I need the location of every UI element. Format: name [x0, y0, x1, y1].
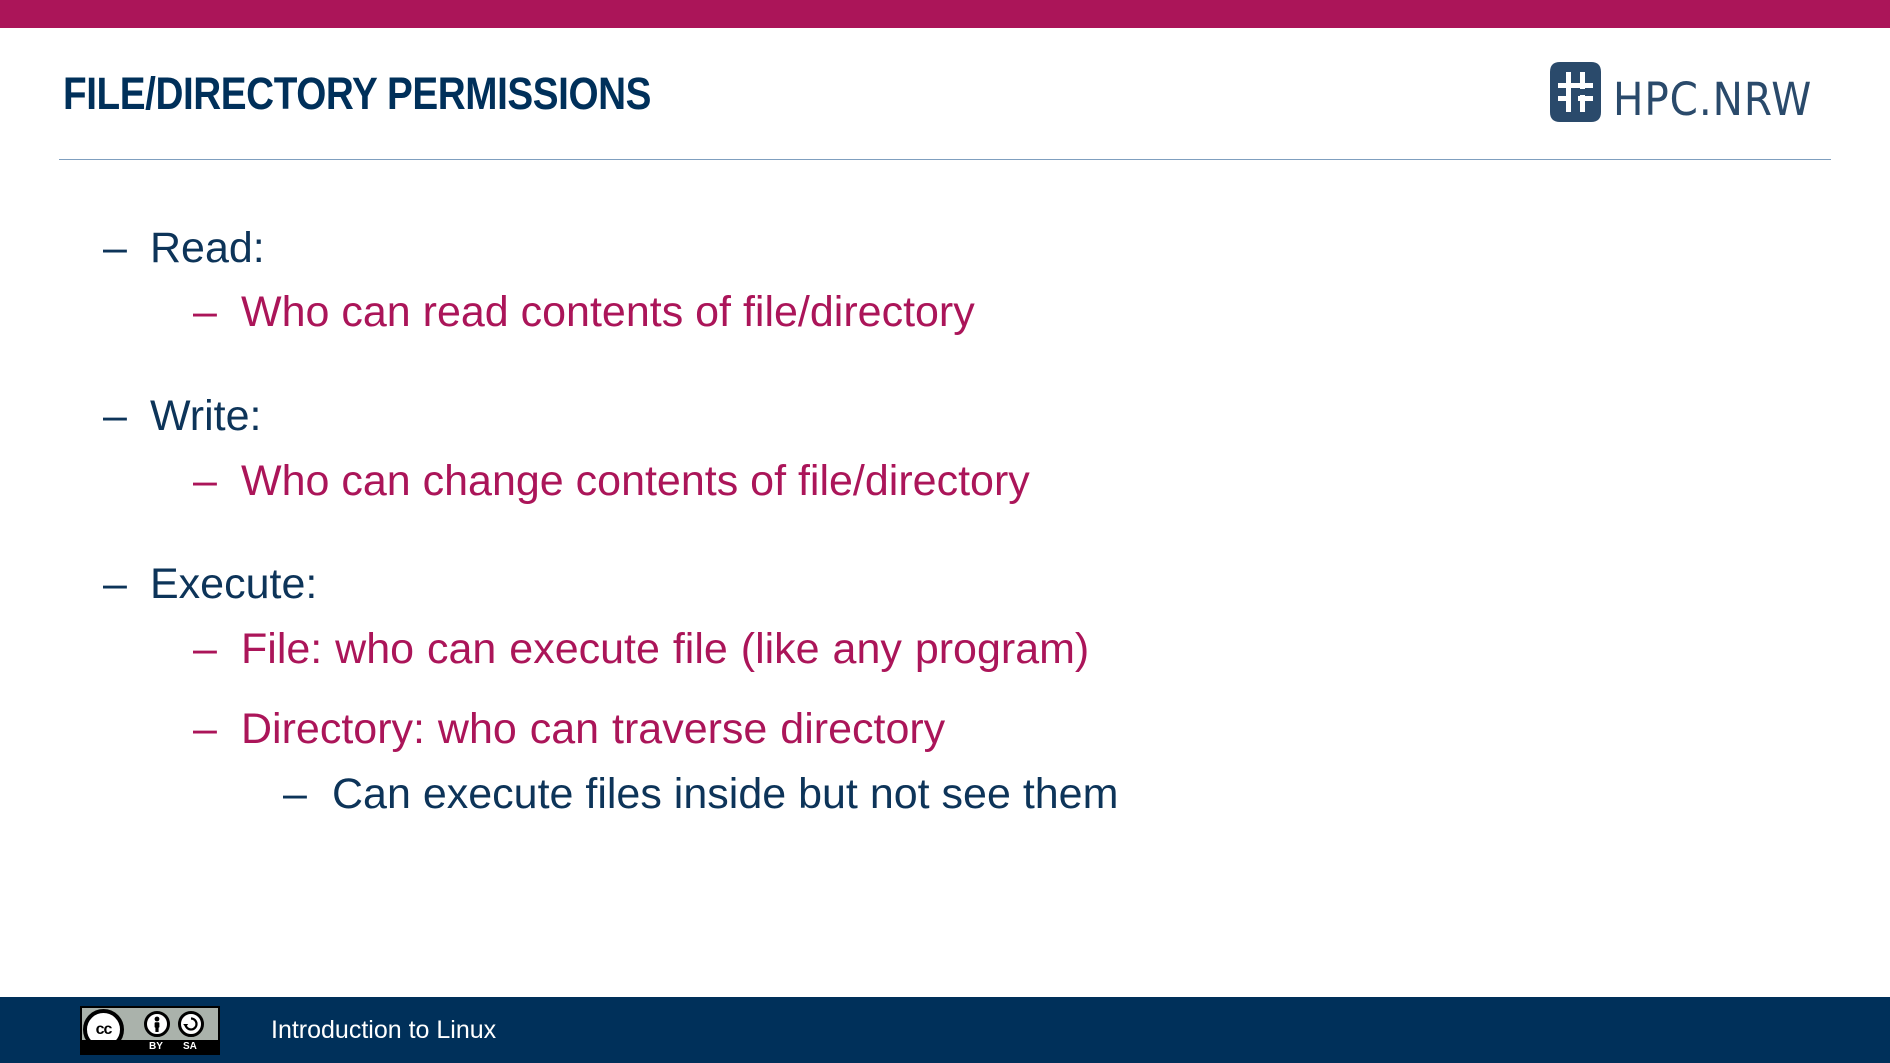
bullet-list: – Read: – Who can read contents of file/…: [0, 0, 1890, 1000]
bullet-dash: –: [193, 457, 217, 505]
bullet-text: Write:: [150, 392, 262, 440]
bullet-text: Read:: [150, 224, 265, 272]
footer-bar: cc BY SA Introduction to Linux: [0, 997, 1890, 1063]
bullet-dash: –: [103, 560, 127, 608]
bullet-text: Can execute files inside but not see the…: [332, 770, 1119, 818]
bullet-dash: –: [193, 288, 217, 336]
sa-label: SA: [183, 1041, 197, 1052]
bullet-text: Who can change contents of file/director…: [241, 457, 1030, 505]
bullet-text: Who can read contents of file/directory: [241, 288, 975, 336]
bullet-dash: –: [103, 224, 127, 272]
person-icon: [144, 1011, 170, 1037]
bullet-text: Directory: who can traverse directory: [241, 705, 946, 753]
bullet-dash: –: [193, 705, 217, 753]
bullet-dash: –: [103, 392, 127, 440]
cc-by-sa-license-badge[interactable]: cc BY SA: [80, 1006, 220, 1055]
bullet-dash: –: [193, 625, 217, 673]
course-title: Introduction to Linux: [271, 1016, 497, 1044]
share-alike-icon: [178, 1011, 204, 1037]
bullet-text: Execute:: [150, 560, 318, 608]
bullet-dash: –: [283, 770, 307, 818]
bullet-text: File: who can execute file (like any pro…: [241, 625, 1090, 673]
by-label: BY: [149, 1041, 163, 1052]
